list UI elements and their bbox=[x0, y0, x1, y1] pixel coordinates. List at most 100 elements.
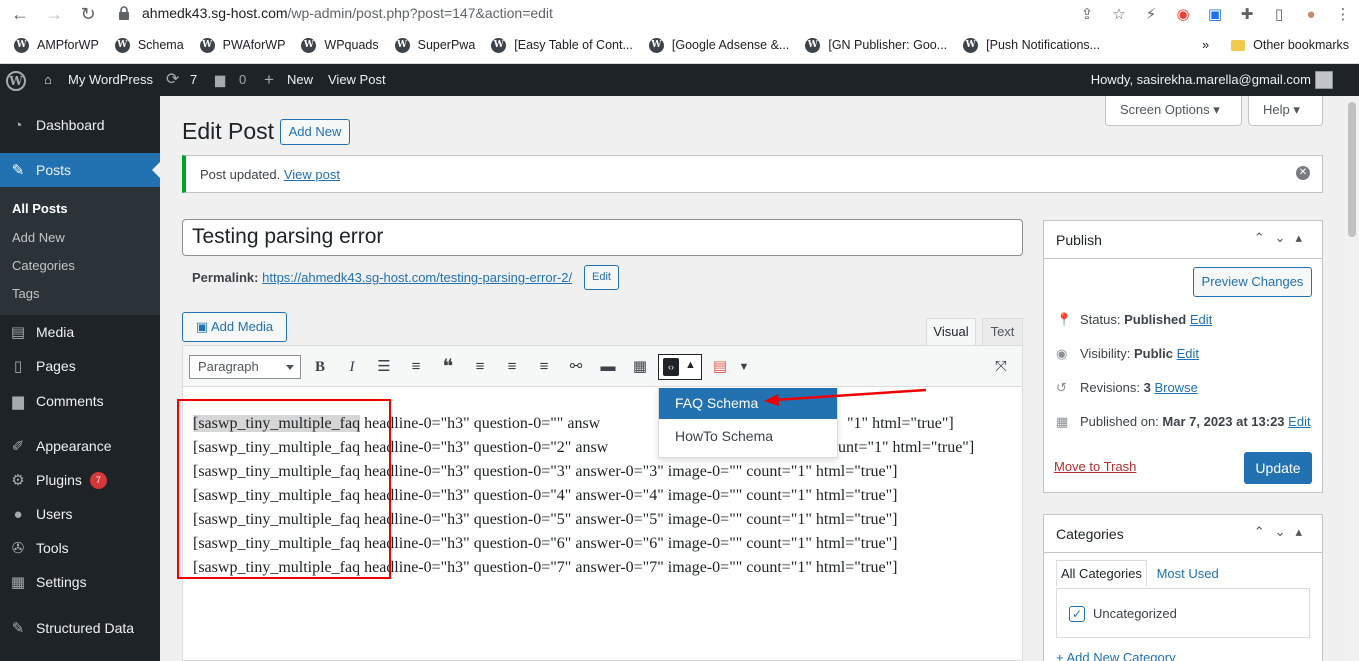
comments-count[interactable]: 0 bbox=[239, 64, 246, 96]
box-controls[interactable]: ⌃⌄▴ bbox=[1254, 524, 1312, 540]
sidebar-subitem-all-posts[interactable]: All Posts bbox=[12, 201, 68, 216]
sidebar-item-appearance[interactable]: ✐ Appearance bbox=[0, 429, 160, 463]
star-icon[interactable]: ☆ bbox=[1103, 5, 1135, 23]
extension-bolt-icon[interactable]: ⚡ bbox=[1135, 5, 1167, 23]
screen-options-button[interactable]: Screen Options ▾ bbox=[1105, 96, 1242, 126]
schema-shortcode-button[interactable]: ‹› ▲ bbox=[658, 354, 702, 380]
sidebar-item-pages[interactable]: ▯ Pages bbox=[0, 349, 160, 383]
browser-chrome: ← → ↻ ahmedk43.sg-host.com/wp-admin/post… bbox=[0, 0, 1359, 64]
read-more-icon[interactable]: ▬ bbox=[596, 355, 620, 379]
back-icon[interactable]: ← bbox=[8, 2, 32, 26]
sidebar-item-media[interactable]: ▤ Media bbox=[0, 315, 160, 349]
browse-revisions-link[interactable]: Browse bbox=[1154, 380, 1197, 395]
post-title-input[interactable]: Testing parsing error bbox=[182, 219, 1023, 256]
dismiss-icon[interactable]: ✕ bbox=[1296, 166, 1310, 180]
reload-icon[interactable]: ↻ bbox=[76, 2, 100, 26]
visibility-edit-link[interactable]: Edit bbox=[1177, 346, 1199, 361]
link-icon[interactable]: ⚯ bbox=[564, 355, 588, 379]
sidebar-item-settings[interactable]: ▦ Settings bbox=[0, 565, 160, 599]
format-select[interactable]: Paragraph bbox=[189, 355, 301, 379]
blockquote-icon[interactable]: ❝ bbox=[436, 355, 460, 379]
updates-icon[interactable]: ⟳ bbox=[166, 64, 179, 96]
add-new-category-link[interactable]: + Add New Category bbox=[1056, 650, 1176, 661]
permalink-url[interactable]: https://ahmedk43.sg-host.com/testing-par… bbox=[262, 270, 572, 285]
puzzle-icon[interactable]: ✚ bbox=[1231, 5, 1263, 23]
wordpress-icon: W bbox=[963, 37, 979, 53]
bookmark[interactable]: W [Easy Table of Cont... bbox=[491, 37, 633, 53]
sidebar-item-posts[interactable]: ✎ Posts bbox=[0, 153, 160, 187]
tab-all-categories[interactable]: All Categories bbox=[1056, 560, 1147, 586]
profile-avatar-icon[interactable]: ● bbox=[1295, 6, 1327, 23]
schema-block-icon[interactable]: ▤ bbox=[708, 355, 732, 379]
extension-screen-icon[interactable]: ▣ bbox=[1199, 5, 1231, 23]
status-edit-link[interactable]: Edit bbox=[1190, 312, 1212, 327]
bold-icon[interactable]: B bbox=[308, 355, 332, 379]
update-button[interactable]: Update bbox=[1244, 452, 1312, 484]
avatar[interactable] bbox=[1315, 71, 1333, 89]
address-bar[interactable]: ahmedk43.sg-host.com/wp-admin/post.php?p… bbox=[142, 5, 553, 21]
scrollbar-thumb[interactable] bbox=[1348, 102, 1356, 237]
align-left-icon[interactable]: ≡ bbox=[468, 355, 492, 379]
sidebar-item-tools[interactable]: ✇ Tools bbox=[0, 531, 160, 565]
extension-color-icon[interactable]: ◉ bbox=[1167, 5, 1199, 23]
updates-count[interactable]: 7 bbox=[190, 64, 197, 96]
bookmark[interactable]: W [Push Notifications... bbox=[963, 37, 1100, 53]
site-name-link[interactable]: My WordPress bbox=[68, 64, 153, 96]
bullet-list-icon[interactable]: ☰ bbox=[372, 355, 396, 379]
wordpress-logo-icon[interactable]: W bbox=[6, 71, 26, 91]
help-button[interactable]: Help ▾ bbox=[1248, 96, 1323, 126]
move-to-trash-link[interactable]: Move to Trash bbox=[1054, 459, 1136, 474]
comment-icon[interactable]: ▆ bbox=[215, 64, 225, 96]
bookmark[interactable]: W SuperPwa bbox=[394, 37, 475, 53]
sidebar-item-plugins[interactable]: ⚙ Plugins 7 bbox=[0, 463, 160, 497]
view-post-link[interactable]: View Post bbox=[328, 64, 386, 96]
preview-changes-button[interactable]: Preview Changes bbox=[1193, 267, 1312, 297]
bookmark[interactable]: W PWAforWP bbox=[199, 37, 285, 53]
help-label: Help bbox=[1263, 102, 1290, 117]
sidebar-subitem-categories[interactable]: Categories bbox=[12, 258, 75, 273]
bookmark[interactable]: W AMPforWP bbox=[14, 37, 99, 53]
tab-visual[interactable]: Visual bbox=[926, 318, 976, 345]
categories-box-header: Categories ⌃⌄▴ bbox=[1044, 515, 1322, 553]
sidebar-subitem-add-new[interactable]: Add New bbox=[12, 230, 65, 245]
fullscreen-icon[interactable]: ⤧ bbox=[989, 355, 1013, 379]
caret-down-icon[interactable]: ▼ bbox=[732, 355, 756, 379]
permalink-edit-button[interactable]: Edit bbox=[584, 265, 619, 290]
howdy-user[interactable]: Howdy, sasirekha.marella@gmail.com bbox=[1091, 64, 1311, 96]
forward-icon[interactable]: → bbox=[42, 2, 66, 26]
new-link[interactable]: New bbox=[287, 64, 313, 96]
tab-text[interactable]: Text bbox=[982, 318, 1023, 345]
bookmark[interactable]: W Schema bbox=[114, 37, 184, 53]
align-right-icon[interactable]: ≡ bbox=[532, 355, 556, 379]
kebab-menu-icon[interactable]: ⋮ bbox=[1327, 5, 1359, 23]
sidebar-item-structured-data[interactable]: ✎ Structured Data bbox=[0, 611, 160, 645]
bookmarks-overflow-icon[interactable]: » bbox=[1202, 38, 1209, 52]
bookmark[interactable]: W [Google Adsense &... bbox=[648, 37, 789, 53]
bookmark[interactable]: W [GN Publisher: Goo... bbox=[805, 37, 947, 53]
sidebar-subitem-tags[interactable]: Tags bbox=[12, 286, 39, 301]
published-edit-link[interactable]: Edit bbox=[1288, 414, 1310, 429]
box-controls[interactable]: ⌃⌄▴ bbox=[1254, 230, 1312, 246]
add-new-button[interactable]: Add New bbox=[280, 119, 350, 145]
share-icon[interactable]: ⇪ bbox=[1071, 5, 1103, 23]
sidepanel-icon[interactable]: ▯ bbox=[1263, 5, 1295, 23]
sidebar-item-users[interactable]: ● Users bbox=[0, 497, 160, 531]
plus-icon[interactable]: + bbox=[264, 64, 274, 96]
sidebar-item-comments[interactable]: ▆ Comments bbox=[0, 384, 160, 418]
home-icon[interactable]: ⌂ bbox=[44, 64, 52, 96]
sidebar-item-label: Tools bbox=[36, 540, 69, 556]
view-post-link[interactable]: View post bbox=[284, 167, 340, 182]
other-bookmarks[interactable]: » Other bookmarks bbox=[1202, 34, 1349, 56]
category-checkbox[interactable]: ✓ bbox=[1069, 606, 1085, 622]
menu-item-howto-schema[interactable]: HowTo Schema bbox=[659, 421, 837, 452]
toolbar-toggle-icon[interactable]: ▦ bbox=[628, 355, 652, 379]
numbered-list-icon[interactable]: ≡ bbox=[404, 355, 428, 379]
align-center-icon[interactable]: ≡ bbox=[500, 355, 524, 379]
tab-most-used[interactable]: Most Used bbox=[1151, 561, 1225, 586]
add-media-button[interactable]: ▣ Add Media bbox=[182, 312, 287, 342]
sidebar-item-dashboard[interactable]: ◔ Dashboard bbox=[0, 108, 160, 142]
bookmark[interactable]: W WPquads bbox=[301, 37, 379, 53]
sidebar-item-label: Structured Data bbox=[36, 620, 135, 636]
page-scrollbar[interactable] bbox=[1345, 96, 1359, 661]
italic-icon[interactable]: I bbox=[340, 355, 364, 379]
